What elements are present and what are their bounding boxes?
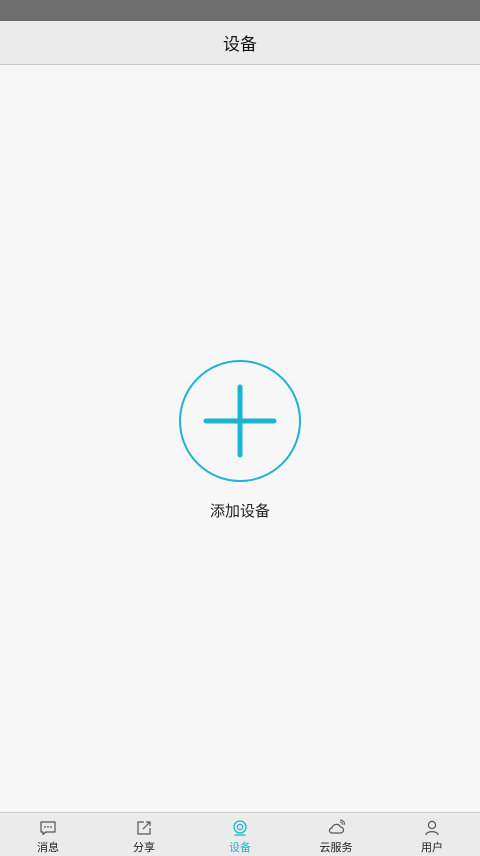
tab-label: 用户	[421, 841, 443, 854]
tab-user[interactable]: 用户	[384, 813, 480, 856]
plus-circle-icon	[179, 360, 301, 482]
add-device-label[interactable]: 添加设备	[140, 500, 340, 521]
tab-device[interactable]: 设备	[192, 813, 288, 856]
tab-label: 消息	[37, 841, 59, 854]
bottom-tab-bar: 消息 分享 设备 云服务 用户	[0, 812, 480, 856]
tab-label: 云服务	[319, 841, 353, 854]
header: 设备	[0, 21, 480, 65]
status-bar	[0, 0, 480, 21]
tab-label: 设备	[229, 841, 251, 854]
tab-label: 分享	[133, 841, 155, 854]
user-icon	[425, 820, 439, 836]
tab-share[interactable]: 分享	[96, 813, 192, 856]
cloud-icon	[328, 819, 345, 834]
page-title: 设备	[223, 35, 257, 55]
device-icon	[233, 820, 247, 836]
tab-cloud-service[interactable]: 云服务	[288, 813, 384, 856]
message-icon	[40, 821, 56, 836]
add-device-button[interactable]	[178, 359, 302, 483]
main-content: 添加设备	[0, 65, 480, 812]
tab-message[interactable]: 消息	[0, 813, 96, 856]
share-icon	[137, 821, 151, 835]
